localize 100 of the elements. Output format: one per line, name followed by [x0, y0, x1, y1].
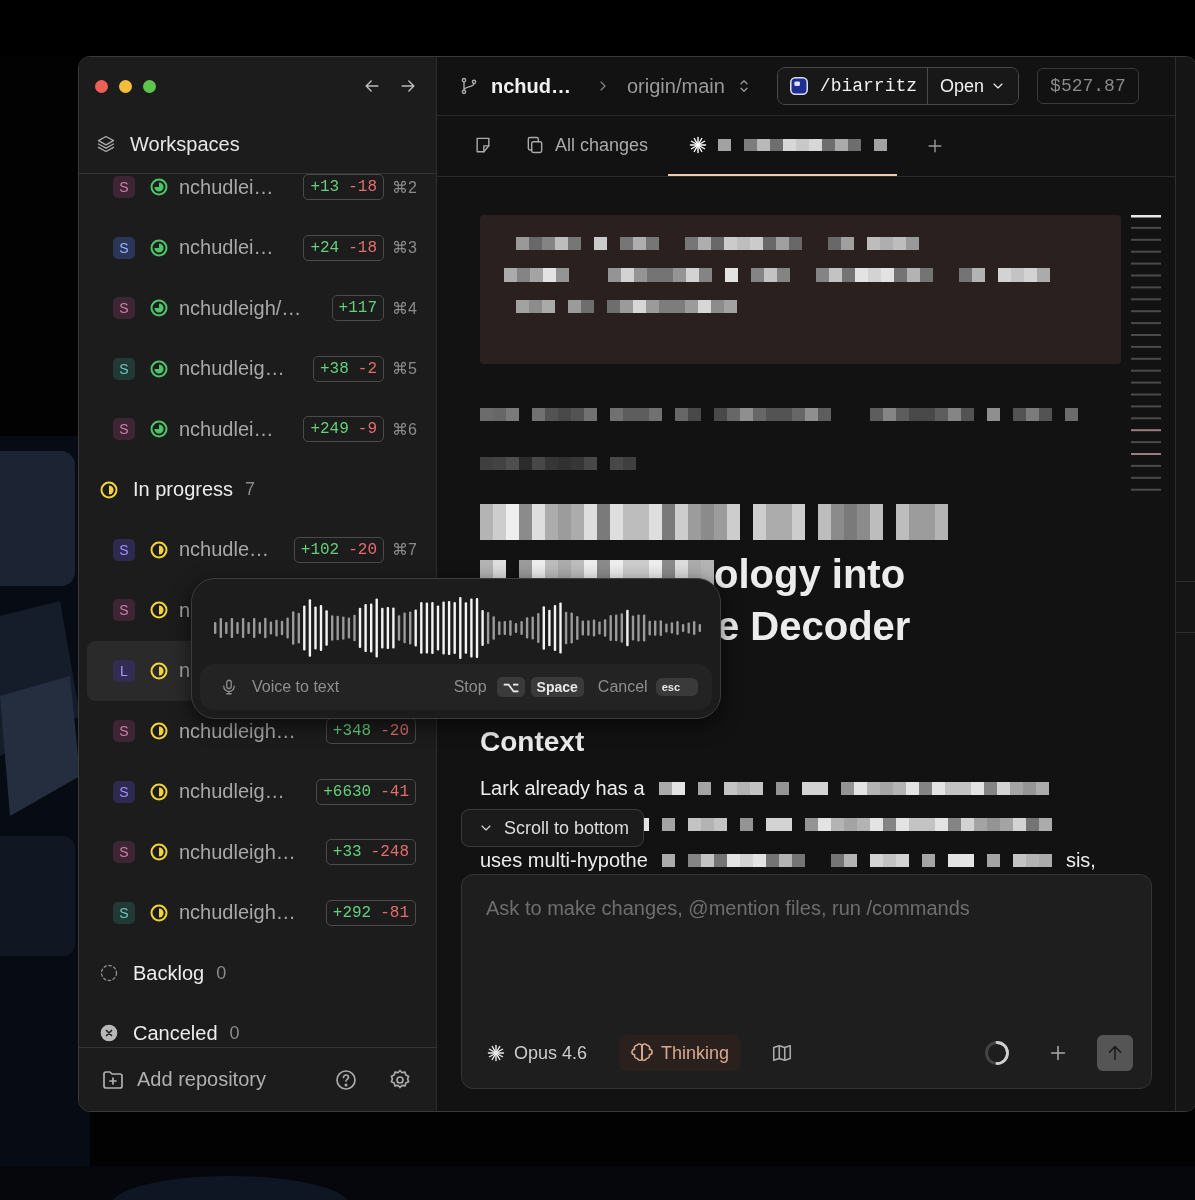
- branch-name[interactable]: origin/main: [627, 74, 725, 98]
- workspace-item[interactable]: S nchudle… +102 -20 ⌘7: [87, 519, 428, 580]
- progress-ring-icon: [149, 237, 169, 258]
- diff-stat: +38 -2: [313, 355, 384, 382]
- diff-stat: +292 -81: [325, 899, 416, 926]
- paragraph-text: sis,: [1065, 848, 1096, 872]
- heading-text: ology into: [714, 551, 906, 597]
- shortcut-hint: ⌘6: [392, 419, 416, 439]
- avatar-badge: S: [113, 720, 135, 743]
- avatar-badge: L: [113, 659, 135, 682]
- diff-stat: +13 -18: [303, 174, 384, 201]
- workspace-item[interactable]: S nchudleigh… +292 -81: [87, 882, 428, 943]
- section-count: 7: [245, 479, 256, 500]
- half-circle-icon: [99, 479, 119, 500]
- workspace-item[interactable]: S nchudleigh… +33 -248: [87, 822, 428, 883]
- half-circle-icon: [149, 781, 169, 802]
- workspace-item[interactable]: S nchudlei… +24 -18 ⌘3: [87, 217, 428, 278]
- add-repository-button[interactable]: Add repository: [101, 1067, 266, 1092]
- section-title: In progress: [133, 478, 234, 501]
- message-field[interactable]: Ask to make changes, @mention files, run /commands: [486, 893, 1133, 1034]
- layers-icon: [96, 134, 116, 154]
- section-count: 0: [216, 962, 227, 984]
- workspace-item[interactable]: S nchudlei… +249 -9 ⌘6: [87, 399, 428, 460]
- diff-stat: +102 -20: [293, 536, 384, 563]
- scroll-to-bottom-button[interactable]: Scroll to bottom: [461, 809, 645, 847]
- section-count: 0: [229, 1022, 240, 1044]
- avatar-badge: S: [113, 599, 135, 622]
- workspace-item[interactable]: S nchudleigh/… +117 ⌘4: [87, 278, 428, 339]
- diff-stat: +24 -18: [303, 234, 384, 261]
- minimize-button[interactable]: [119, 79, 132, 93]
- workspace-name: nchudleig…: [179, 357, 286, 381]
- half-circle-icon: [149, 660, 169, 681]
- brain-icon: [631, 1042, 654, 1064]
- workspace-name: nchudlei…: [179, 175, 275, 199]
- workspace-name: nchudleigh…: [179, 901, 297, 925]
- half-circle-icon: [149, 721, 169, 742]
- repo-name[interactable]: nchud…: [491, 74, 571, 98]
- workspace-item[interactable]: S n: [87, 580, 428, 641]
- model-selector[interactable]: Opus 4.6: [486, 1042, 588, 1064]
- workspace-item[interactable]: S nchudleig… +38 -2 ⌘5: [87, 338, 428, 399]
- dashed-circle-icon: [99, 963, 119, 983]
- message-composer[interactable]: Ask to make changes, @mention files, run /commands Opus 4.6 Thinking: [461, 874, 1152, 1089]
- workspace-name: nchudle…: [179, 538, 271, 562]
- workspace-path-button[interactable]: /biarritz: [777, 68, 928, 104]
- shortcut-hint: ⌘4: [392, 298, 416, 318]
- workspace-name: nchudleigh/…: [179, 296, 303, 320]
- workspace-item[interactable]: S nchudlei… +13 -18 ⌘2: [87, 174, 428, 218]
- avatar-badge: S: [113, 901, 135, 924]
- section-title: Backlog: [133, 961, 205, 985]
- map-icon[interactable]: [771, 1042, 794, 1064]
- half-circle-icon: [149, 539, 169, 560]
- section-heading: Context: [480, 725, 586, 759]
- diff-stat: +117: [331, 295, 384, 322]
- diff-stat: +6630 -41: [316, 778, 416, 805]
- workspace-name: nchudleigh…: [179, 719, 297, 743]
- sidebar-title: Workspaces: [130, 132, 240, 156]
- avatar-badge: S: [113, 357, 135, 380]
- zoom-button[interactable]: [143, 79, 156, 93]
- workspace-item[interactable]: S nchudleig… +6630 -41: [87, 761, 428, 822]
- progress-ring-icon: [149, 419, 169, 440]
- tab[interactable]: All changes: [513, 116, 661, 176]
- avatar-badge: S: [113, 236, 135, 259]
- thinking-toggle[interactable]: Thinking: [619, 1035, 742, 1071]
- close-button[interactable]: [95, 79, 108, 93]
- workspace-name: n: [179, 659, 192, 683]
- paragraph-text: uses multi-hypothe: [480, 848, 648, 872]
- cost-display: $527.87: [1037, 68, 1139, 104]
- avatar-badge: S: [113, 176, 135, 199]
- branch-icon: [459, 76, 479, 96]
- spark-icon: [486, 1043, 506, 1063]
- half-circle-icon: [149, 842, 169, 863]
- workspace-name: nchudlei…: [179, 417, 275, 441]
- workspace-name: nchudleig…: [179, 780, 286, 804]
- key-hint: esc: [655, 678, 698, 696]
- workspace-name: n: [179, 598, 192, 622]
- avatar-badge: S: [113, 297, 135, 320]
- stop-label: Stop: [453, 678, 487, 696]
- avatar-badge: S: [113, 841, 135, 864]
- copy-icon: [525, 135, 545, 155]
- avatar-badge: S: [113, 538, 135, 561]
- help-icon[interactable]: [334, 1067, 358, 1092]
- microphone-icon: [220, 678, 238, 696]
- key-hint: Space: [530, 677, 584, 697]
- shortcut-hint: ⌘7: [392, 540, 416, 560]
- diff-stat: +33 -248: [325, 839, 416, 866]
- progress-ring-icon: [149, 358, 169, 379]
- progress-ring-icon: [149, 177, 169, 198]
- cancel-icon: [99, 1023, 119, 1043]
- shortcut-hint: ⌘3: [392, 238, 416, 258]
- workspace-name: nchudlei…: [179, 236, 275, 260]
- progress-ring-icon: [149, 298, 169, 319]
- shortcut-hint: ⌘2: [392, 177, 416, 197]
- paragraph-text: Lark already has a: [480, 776, 645, 800]
- shortcut-hint: ⌘5: [392, 359, 416, 379]
- note-icon: [473, 135, 493, 155]
- cancel-label: Cancel: [597, 678, 648, 696]
- open-button[interactable]: Open: [927, 68, 1019, 104]
- avatar-badge: S: [113, 418, 135, 441]
- half-circle-icon: [149, 902, 169, 923]
- avatar-badge: S: [113, 780, 135, 803]
